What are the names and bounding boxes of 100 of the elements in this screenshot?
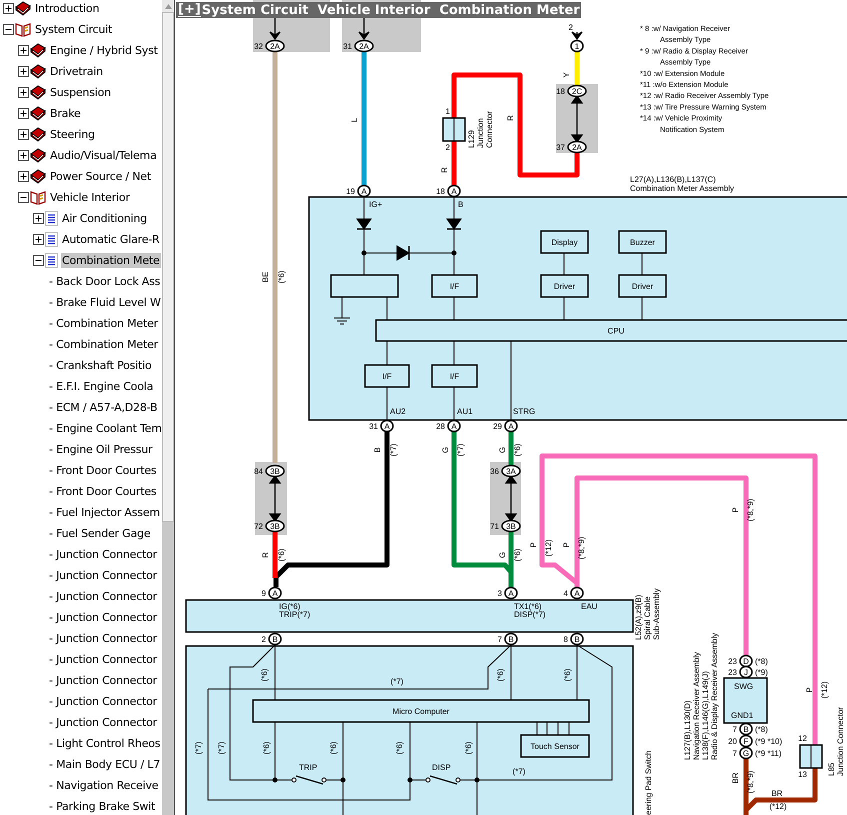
- tree-item[interactable]: Air Conditioning: [61, 211, 148, 226]
- tree-item[interactable]: - Junction Connector: [48, 589, 158, 604]
- tree-item[interactable]: - Engine Oil Pressur: [48, 442, 154, 457]
- tree-item[interactable]: - Junction Connector: [48, 715, 158, 730]
- component-label: L27(A),L136(B),L137(C): [630, 175, 716, 184]
- wire-code: P: [731, 507, 740, 513]
- pin-number: 7: [498, 635, 502, 644]
- tree-item[interactable]: - Junction Connector: [48, 631, 158, 646]
- option-note: (*8): [755, 657, 768, 666]
- tree-item[interactable]: Brake: [49, 106, 82, 121]
- wire-code: P: [562, 542, 571, 548]
- expand-icon[interactable]: [18, 66, 29, 77]
- terminal-label: AU1: [457, 407, 473, 416]
- tree-item[interactable]: - Junction Connector: [48, 568, 158, 583]
- tree-item[interactable]: Drivetrain: [49, 64, 104, 79]
- expand-icon[interactable]: [18, 108, 29, 119]
- connector-badge: A: [268, 586, 282, 600]
- tree-item[interactable]: - Fuel Injector Assem: [48, 505, 161, 520]
- wire-code: G: [498, 552, 507, 558]
- collapse-icon[interactable]: [3, 24, 14, 35]
- tree-item[interactable]: Vehicle Interior: [49, 190, 131, 205]
- component-label: Sub-Assembly: [652, 588, 661, 640]
- pin-number: 19: [346, 187, 355, 196]
- tree-item[interactable]: - Parking Brake Swit: [48, 799, 156, 814]
- tree-item[interactable]: - Light Control Rheos: [48, 736, 162, 751]
- block-label: Buzzer: [630, 238, 655, 247]
- terminal-label: GND1: [731, 711, 754, 720]
- tree-item[interactable]: - Main Body ECU / L7: [48, 757, 161, 772]
- tree-item[interactable]: - Fuel Sender Gage: [48, 526, 152, 541]
- wire-code: (*7): [217, 742, 226, 754]
- wire-code: (*6): [464, 742, 473, 754]
- expand-icon[interactable]: [18, 171, 29, 182]
- wire-code: (*6): [262, 742, 271, 754]
- connector-badge: 3B: [265, 464, 285, 478]
- expand-icon[interactable]: [18, 87, 29, 98]
- collapse-icon[interactable]: [33, 255, 44, 266]
- expand-icon[interactable]: [33, 213, 44, 224]
- component-label: Connector: [485, 111, 494, 148]
- terminal-label: TRIP(*7): [279, 610, 310, 619]
- wire-code: Y: [562, 72, 571, 78]
- component-label: eering Pad Switch: [644, 750, 653, 815]
- tree-item[interactable]: Power Source / Net: [49, 169, 152, 184]
- component-label: L85: [827, 762, 836, 776]
- scrollbar[interactable]: [162, 0, 174, 815]
- tree-item[interactable]: Suspension: [49, 85, 112, 100]
- book-icon: [30, 64, 46, 79]
- pin-number: 84: [254, 467, 263, 476]
- document-icon: [45, 232, 58, 247]
- connector-badge: A: [357, 184, 371, 198]
- expand-icon[interactable]: [33, 234, 44, 245]
- tree-item[interactable]: - Combination Meter: [48, 316, 159, 331]
- pin-number: 3: [498, 589, 502, 598]
- wire-code: (*12): [820, 681, 829, 699]
- tree-item[interactable]: - Front Door Courtes: [48, 484, 158, 499]
- wire-code: (*12): [769, 802, 787, 811]
- tree-item[interactable]: - Combination Meter: [48, 337, 159, 352]
- scroll-thumb[interactable]: [162, 12, 174, 522]
- option-note: (*9): [755, 668, 768, 677]
- tree-item[interactable]: - Front Door Courtes: [48, 463, 158, 478]
- pin-number: 8: [564, 635, 568, 644]
- expand-icon[interactable]: [18, 129, 29, 140]
- wire-code: (*6): [395, 742, 404, 754]
- tree-item[interactable]: - Back Door Lock Ass: [48, 274, 162, 289]
- tree-item[interactable]: Steering: [49, 127, 96, 142]
- book-icon: [30, 43, 46, 58]
- pin-number: 28: [436, 422, 445, 431]
- wire-code: (*7): [390, 677, 404, 686]
- tree-item[interactable]: - Junction Connector: [48, 652, 158, 667]
- tree-item[interactable]: Introduction: [34, 1, 100, 16]
- tree-item[interactable]: - Engine Coolant Tem: [48, 421, 163, 436]
- tree-item[interactable]: - Crankshaft Positio: [48, 358, 153, 373]
- wire-code: (*7): [194, 742, 203, 754]
- tree-item[interactable]: - E.F.I. Engine Coola: [48, 379, 154, 394]
- down-arrow: [358, 17, 370, 40]
- block-label: Display: [551, 238, 578, 247]
- tree-item[interactable]: - Navigation Receive: [48, 778, 160, 793]
- collapse-icon[interactable]: [18, 192, 29, 203]
- option-note: (*9 *10): [755, 737, 782, 746]
- pin-number: 32: [254, 42, 263, 51]
- tree-item[interactable]: - Brake Fluid Level W: [48, 295, 162, 310]
- tree-item[interactable]: - Junction Connector: [48, 547, 158, 562]
- tree-item[interactable]: - Junction Connector: [48, 694, 158, 709]
- tree-item[interactable]: - Junction Connector: [48, 610, 158, 625]
- wire-code: (*6): [277, 270, 286, 284]
- tree-item[interactable]: System Circuit: [34, 22, 114, 37]
- expand-icon[interactable]: [18, 45, 29, 56]
- tree-item[interactable]: Audio/Visual/Telema: [49, 148, 158, 163]
- component-label: L52(A),z9(B): [634, 594, 643, 640]
- expand-icon[interactable]: [18, 150, 29, 161]
- tree-item[interactable]: - ECM / A57-A,D28-B: [48, 400, 158, 415]
- connector-badge: A: [570, 586, 584, 600]
- expand-toggle[interactable]: [+]: [178, 3, 201, 17]
- tree-item[interactable]: - Junction Connector: [48, 673, 158, 688]
- tree-item[interactable]: Combination Mete: [61, 253, 161, 268]
- tree-item[interactable]: Automatic Glare-R: [61, 232, 160, 247]
- wire-code: R: [261, 552, 270, 558]
- tree-item[interactable]: Engine / Hybrid Syst: [49, 43, 159, 58]
- connector-badge: B: [739, 722, 753, 736]
- expand-icon[interactable]: [3, 3, 14, 14]
- connector-badge: 1: [570, 40, 584, 52]
